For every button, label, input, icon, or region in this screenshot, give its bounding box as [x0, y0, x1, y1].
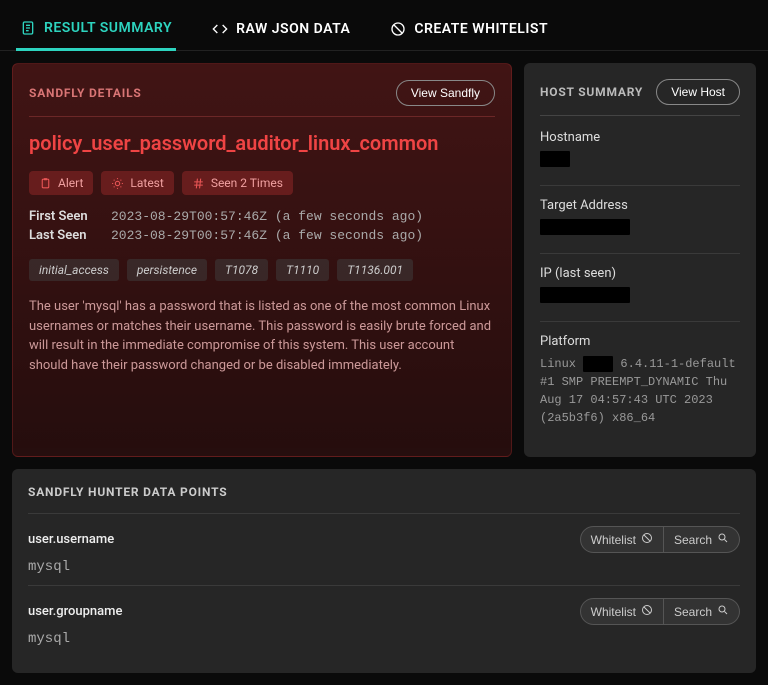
hash-icon: [192, 177, 205, 190]
tabs-bar: RESULT SUMMARY RAW JSON DATA CREATE WHIT…: [0, 0, 768, 51]
hunter-data-points-card: SANDFLY HUNTER DATA POINTS user.username…: [12, 469, 756, 673]
search-button[interactable]: Search: [664, 598, 740, 625]
search-button[interactable]: Search: [664, 526, 740, 553]
ban-icon: [390, 21, 406, 37]
sun-icon: [111, 177, 124, 190]
host-summary-card: HOST SUMMARY View Host Hostname Target A…: [524, 63, 756, 457]
tag[interactable]: persistence: [127, 259, 207, 281]
hunter-section-title: SANDFLY HUNTER DATA POINTS: [28, 485, 740, 499]
last-seen-label: Last Seen: [29, 228, 93, 243]
first-seen-value: 2023-08-29T00:57:46Z (a few seconds ago): [111, 209, 423, 224]
data-point-value: mysql: [28, 631, 740, 647]
ip-value-redacted: [540, 287, 630, 303]
target-address-value-redacted: [540, 219, 630, 235]
host-section-title: HOST SUMMARY: [540, 85, 643, 99]
data-point-value: mysql: [28, 559, 740, 575]
hostname-label: Hostname: [540, 130, 740, 145]
divider: [540, 115, 740, 116]
tag[interactable]: T1110: [276, 259, 329, 281]
status-chips: Alert Latest Seen 2 Times: [29, 171, 495, 195]
view-host-button[interactable]: View Host: [656, 79, 740, 105]
platform-redacted: [583, 356, 613, 372]
ban-icon: [641, 532, 653, 547]
tag[interactable]: initial_access: [29, 259, 119, 281]
whitelist-button[interactable]: Whitelist: [580, 598, 664, 625]
clipboard-icon: [39, 177, 52, 190]
target-address-label: Target Address: [540, 198, 740, 213]
divider: [29, 116, 495, 117]
chip-label: Latest: [130, 176, 163, 190]
divider: [540, 185, 740, 186]
platform-value: Linux 6.4.11-1-default #1 SMP PREEMPT_DY…: [540, 355, 740, 427]
chip-label: Alert: [58, 176, 83, 190]
sandfly-details-card: SANDFLY DETAILS View Sandfly policy_user…: [12, 63, 512, 457]
tab-label: RESULT SUMMARY: [44, 20, 172, 36]
data-point-key: user.groupname: [28, 604, 122, 619]
seen-count-chip: Seen 2 Times: [182, 171, 293, 195]
first-seen-label: First Seen: [29, 209, 93, 224]
tab-raw-json[interactable]: RAW JSON DATA: [208, 12, 354, 50]
tag-list: initial_access persistence T1078 T1110 T…: [29, 259, 495, 281]
ban-icon: [641, 604, 653, 619]
chip-label: Seen 2 Times: [211, 176, 283, 190]
data-point-key: user.username: [28, 532, 114, 547]
tag[interactable]: T1078: [215, 259, 268, 281]
tab-label: RAW JSON DATA: [236, 21, 350, 37]
platform-label: Platform: [540, 334, 740, 349]
view-sandfly-button[interactable]: View Sandfly: [396, 80, 495, 106]
tab-label: CREATE WHITELIST: [414, 21, 548, 37]
last-seen-value: 2023-08-29T00:57:46Z (a few seconds ago): [111, 228, 423, 243]
tab-result-summary[interactable]: RESULT SUMMARY: [16, 12, 176, 51]
search-icon: [717, 604, 729, 619]
latest-chip: Latest: [101, 171, 173, 195]
summary-icon: [20, 20, 36, 36]
divider: [540, 321, 740, 322]
alert-chip: Alert: [29, 171, 93, 195]
divider: [540, 253, 740, 254]
sandfly-section-title: SANDFLY DETAILS: [29, 86, 142, 100]
code-icon: [212, 21, 228, 37]
hostname-value-redacted: [540, 151, 570, 167]
whitelist-button[interactable]: Whitelist: [580, 526, 664, 553]
policy-name: policy_user_password_auditor_linux_commo…: [29, 131, 495, 155]
ip-label: IP (last seen): [540, 266, 740, 281]
tag[interactable]: T1136.001: [337, 259, 413, 281]
data-point-row: user.username Whitelist Search mysql: [28, 513, 740, 585]
tab-create-whitelist[interactable]: CREATE WHITELIST: [386, 12, 552, 50]
sandfly-description: The user 'mysql' has a password that is …: [29, 297, 495, 375]
data-point-row: user.groupname Whitelist Search mysql: [28, 585, 740, 657]
search-icon: [717, 532, 729, 547]
